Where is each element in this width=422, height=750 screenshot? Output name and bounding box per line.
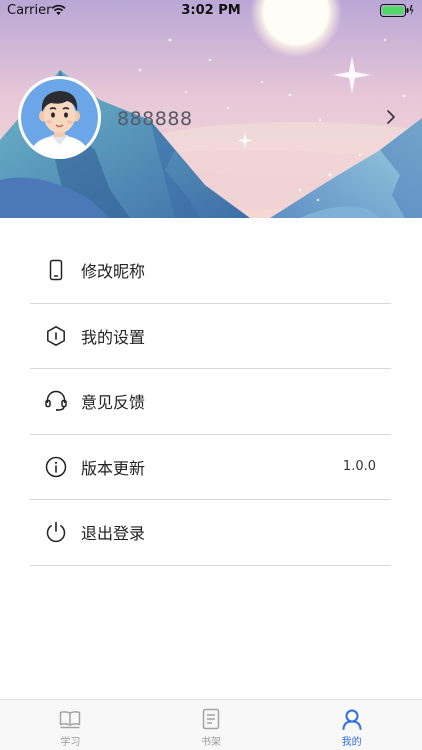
menu-item-label: 意见反馈 (81, 393, 146, 413)
tab-label: 我的 (341, 737, 362, 748)
settings-menu: 修改昵称 我的设置 意见反馈 版本更新 1.0.0 退出登录 (30, 238, 391, 566)
version-number: 1.0.0 (342, 459, 376, 475)
tab-bookshelf[interactable]: 书架 (141, 700, 282, 750)
battery-charging-icon (380, 4, 414, 17)
tab-label: 书架 (201, 737, 221, 748)
menu-item-my-settings[interactable]: 我的设置 (30, 304, 391, 369)
menu-item-label: 版本更新 (81, 458, 146, 478)
tab-study[interactable]: 学习 (0, 700, 141, 750)
username[interactable]: 888888 (117, 108, 193, 130)
chevron-right-icon[interactable] (385, 108, 397, 126)
menu-item-label: 退出登录 (81, 524, 146, 544)
book-icon (60, 711, 81, 729)
status-time: 3:02 PM (181, 3, 241, 18)
menu-item-label: 修改昵称 (81, 262, 146, 282)
status-bar: Carrier 3:02 PM (0, 0, 422, 22)
power-icon (44, 520, 68, 544)
tab-label: 学习 (60, 737, 81, 748)
settings-hexagon-icon (44, 324, 68, 348)
menu-item-edit-nickname[interactable]: 修改昵称 (30, 238, 391, 304)
bookshelf-icon (202, 708, 220, 730)
menu-item-logout[interactable]: 退出登录 (30, 500, 391, 566)
profile-header: Carrier 3:02 PM 888888 (0, 0, 422, 218)
headset-icon (44, 389, 68, 413)
menu-item-feedback[interactable]: 意见反馈 (30, 369, 391, 435)
user-icon (342, 709, 362, 730)
info-icon (44, 455, 68, 479)
phone-icon (44, 258, 68, 282)
tab-bar: 学习 书架 我的 (0, 699, 422, 750)
menu-item-label: 我的设置 (81, 327, 146, 347)
menu-item-version-update[interactable]: 版本更新 1.0.0 (30, 435, 391, 500)
tab-mine[interactable]: 我的 (281, 700, 422, 750)
avatar-boy-icon (21, 79, 98, 156)
avatar[interactable] (18, 76, 101, 159)
